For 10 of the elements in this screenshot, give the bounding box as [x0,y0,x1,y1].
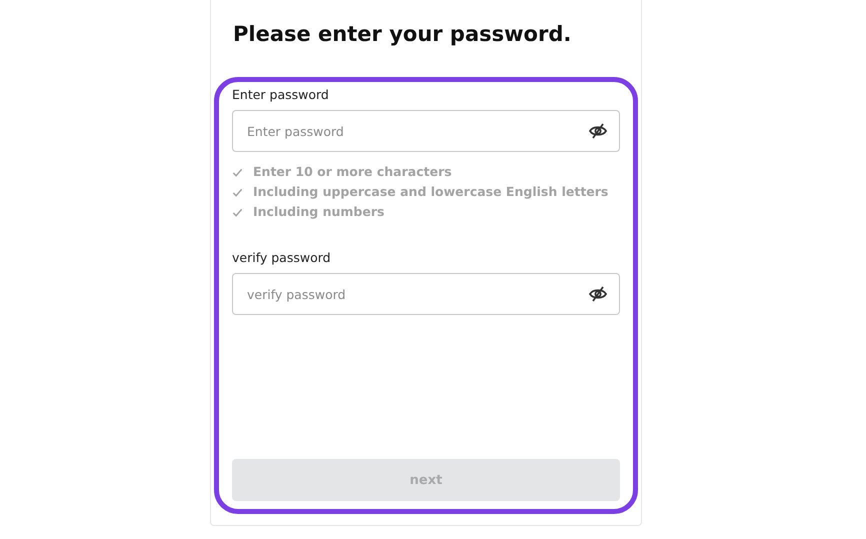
password-field[interactable]: verify password [232,273,620,315]
password-field[interactable]: Enter password [232,110,620,152]
field-label: Enter password [232,87,329,103]
eye-slash-icon[interactable] [588,284,608,304]
requirement-text: Enter 10 or more characters [253,164,452,180]
page-title: Please enter your password. [233,21,572,48]
requirement-text: Including numbers [253,204,384,220]
eye-slash-icon[interactable] [588,121,608,141]
requirement-text: Including uppercase and lowercase English letters [253,184,608,200]
field-label: verify password [232,250,331,266]
